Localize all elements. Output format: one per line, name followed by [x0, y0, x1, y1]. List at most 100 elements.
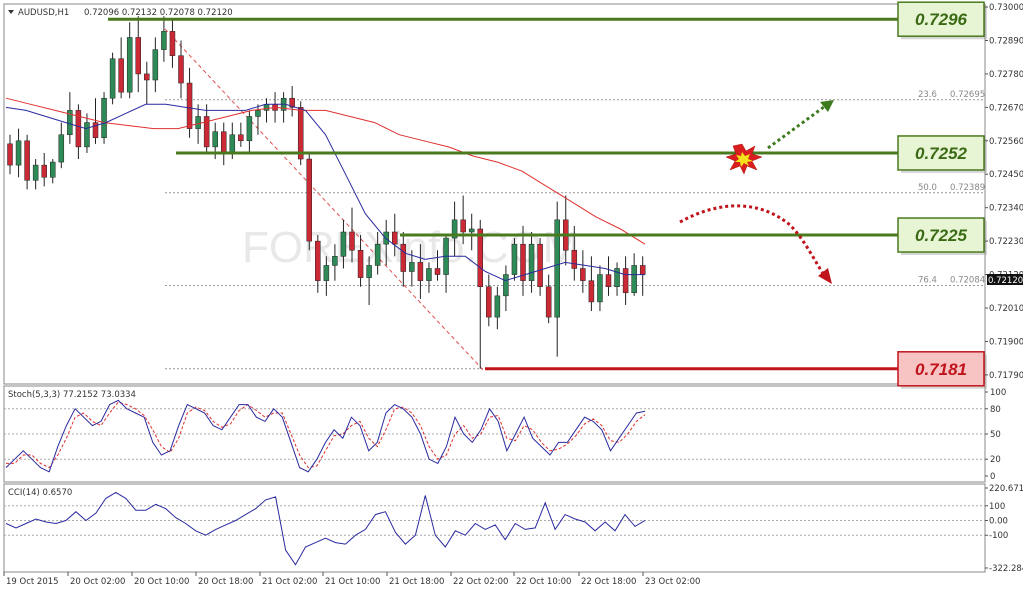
candle-body	[306, 158, 312, 242]
fib-price: 0.72695	[950, 90, 985, 100]
candle-body	[366, 265, 372, 278]
candle-body	[639, 265, 646, 275]
candle-body	[528, 243, 535, 281]
candle-body	[15, 140, 22, 166]
cci-tick-label: -100	[989, 531, 1008, 541]
cci-tick-label: 220.671	[989, 484, 1023, 494]
price-tick-label: 0.72450	[989, 170, 1023, 180]
time-tick-label: 20 Oct 18:00	[198, 577, 253, 587]
current-price-text: 0.72120	[988, 276, 1023, 286]
chart-canvas: FOREXinfo.COM AUDUSD,H1 0.72096 0.72132 …	[3, 1, 1023, 587]
price-tick-label: 0.73000	[989, 3, 1023, 13]
cci-panel	[3, 483, 986, 573]
candle-body	[622, 268, 629, 294]
time-tick-label: 22 Oct 10:00	[516, 577, 571, 587]
candle-body	[255, 110, 261, 117]
candle-body	[477, 228, 483, 287]
candle-body	[537, 243, 543, 287]
stoch-tick-label: 80	[990, 405, 1001, 415]
fib-price: 0.72389	[950, 183, 985, 193]
cci-tick-label: -322.284	[989, 564, 1023, 574]
candle-body	[597, 274, 603, 303]
candle-body	[24, 140, 30, 181]
candle-body	[41, 164, 47, 178]
candle-body	[186, 82, 193, 129]
stoch-tick-label: 100	[990, 388, 1006, 398]
candle-body	[169, 31, 176, 56]
fib-ratio: 50.0	[918, 183, 937, 193]
candle-body	[374, 243, 381, 266]
time-tick-label: 22 Oct 18:00	[581, 577, 636, 587]
price-tick-label: 0.71900	[989, 337, 1023, 347]
candle-body	[246, 116, 253, 142]
candle-body	[571, 249, 578, 269]
candle-body	[84, 122, 90, 148]
candle-body	[426, 268, 432, 281]
price-tick-label: 0.72010	[989, 304, 1023, 314]
time-tick-label: 21 Oct 02:00	[262, 577, 317, 587]
price-tick-label: 0.72670	[989, 103, 1023, 113]
current-price-tag: 0.72120	[987, 274, 1023, 286]
time-tick-label: 20 Oct 02:00	[70, 577, 125, 587]
candle-body	[101, 97, 107, 139]
level-label: 0.7181	[915, 360, 967, 379]
fib-price: 0.72084	[950, 276, 985, 286]
time-tick-label: 20 Oct 10:00	[134, 577, 189, 587]
price-tick-label: 0.71790	[989, 371, 1023, 381]
candle-body	[349, 231, 355, 251]
price-tick-label: 0.72230	[989, 237, 1023, 247]
candle-body	[212, 131, 218, 148]
candle-body	[178, 55, 184, 84]
candle-body	[238, 134, 244, 142]
candle-body	[32, 164, 39, 181]
time-tick-label: 22 Oct 02:00	[453, 577, 508, 587]
candle-body	[417, 262, 424, 281]
cci-tick-label: 100	[989, 502, 1005, 512]
candle-body	[152, 49, 159, 81]
price-tick-label: 0.72340	[989, 204, 1023, 214]
candle-body	[315, 240, 321, 281]
candle-body	[486, 286, 492, 318]
chart-symbol: AUDUSD,H1	[18, 8, 69, 18]
candle-body	[7, 143, 13, 166]
candle-body	[50, 161, 56, 178]
stoch-title: Stoch(5,3,3) 77.2152 73.0334	[8, 390, 136, 400]
candle-body	[195, 116, 201, 129]
candle-body	[126, 37, 133, 93]
level-label: 0.7296	[915, 10, 968, 29]
candle-body	[229, 134, 236, 154]
price-tick-label: 0.72890	[989, 36, 1023, 46]
cci-axis: 220.671 100 0.00 -100 -322.284	[985, 484, 1023, 574]
level-label: 0.7252	[915, 144, 968, 163]
candle-body	[144, 73, 150, 81]
candle-body	[263, 104, 270, 111]
candle-body	[109, 58, 116, 99]
cci-tick-label: 0.00	[989, 517, 1008, 527]
candle-body	[409, 262, 415, 272]
time-tick-label: 21 Oct 10:00	[325, 577, 380, 587]
fib-ratio: 76.4	[918, 276, 937, 286]
candle-body	[631, 265, 637, 294]
candle-body	[545, 286, 552, 318]
price-tick-label: 0.72780	[989, 70, 1023, 80]
candle-body	[118, 58, 124, 93]
candle-body	[503, 274, 509, 297]
candle-body	[434, 268, 441, 275]
candle-body	[605, 274, 612, 287]
time-tick-label: 21 Oct 18:00	[389, 577, 444, 587]
candle-body	[161, 31, 167, 50]
candle-body	[221, 131, 227, 154]
stoch-tick-label: 0	[990, 472, 995, 482]
candle-body	[511, 243, 518, 275]
chart-ohlc: 0.72096 0.72132 0.72078 0.72120	[84, 8, 233, 18]
candle-body	[392, 231, 398, 245]
stoch-tick-label: 20	[990, 455, 1001, 465]
candle-body	[400, 243, 407, 272]
candle-body	[332, 256, 338, 266]
candle-body	[460, 219, 466, 233]
time-tick-label: 19 Oct 2015	[6, 577, 59, 587]
candle-body	[357, 249, 364, 278]
level-label: 0.7225	[915, 226, 968, 245]
time-axis: 19 Oct 2015 20 Oct 02:00 20 Oct 10:00 20 Oc…	[3, 572, 700, 587]
stoch-tick-label: 50	[990, 430, 1001, 440]
